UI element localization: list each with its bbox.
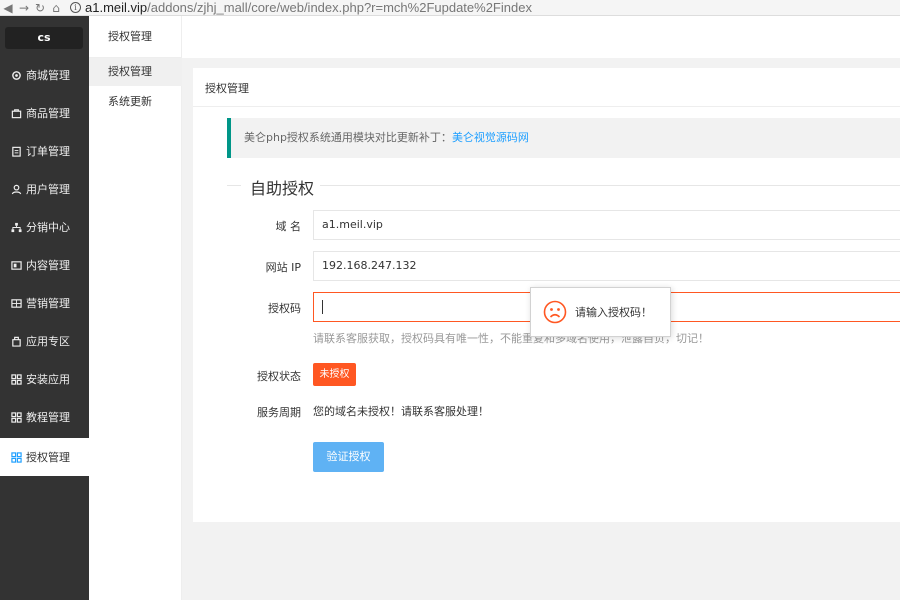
sidebar-item-distribution[interactable]: 分销中心: [0, 208, 89, 246]
auth-code-label: 授权码: [268, 302, 301, 315]
grid-icon: [10, 411, 22, 423]
sidebar-item-install[interactable]: 安装应用: [0, 360, 89, 398]
content-icon: [10, 259, 22, 271]
domain-label: 域 名: [275, 220, 302, 233]
back-icon[interactable]: ◀: [0, 1, 16, 15]
sidebar-item-users[interactable]: 用户管理: [0, 170, 89, 208]
notice-link[interactable]: 美仑视觉源码网: [452, 131, 529, 144]
sidebar-item-label: 授权管理: [26, 451, 70, 464]
legend-line: [320, 185, 900, 186]
grid-icon: [10, 373, 22, 385]
toast-message: 请输入授权码！: [575, 306, 652, 319]
status-label: 授权状态: [257, 370, 301, 383]
info-icon[interactable]: i: [70, 2, 81, 13]
sidebar-item-apps[interactable]: 应用专区: [0, 322, 89, 360]
sidebar-item-label: 商城管理: [26, 69, 70, 82]
sidebar-item-label: 安装应用: [26, 373, 70, 386]
gear-icon: [10, 69, 22, 81]
error-toast: 请输入授权码！: [530, 287, 671, 337]
submenu: 授权管理 授权管理 系统更新: [89, 16, 182, 600]
url-field[interactable]: a1.meil.vip/addons/zjhj_mall/core/web/in…: [85, 0, 532, 15]
ip-field[interactable]: 192.168.247.132: [313, 251, 900, 281]
browser-address-bar: ◀ → ↻ ⌂ i a1.meil.vip/addons/zjhj_mall/c…: [0, 0, 900, 16]
logo[interactable]: cs: [5, 27, 83, 49]
clipboard-icon: [10, 145, 22, 157]
sidebar-item-mall[interactable]: 商城管理: [0, 56, 89, 94]
sidebar-item-label: 教程管理: [26, 411, 70, 424]
marketing-icon: [10, 297, 22, 309]
submenu-item-authorization[interactable]: 授权管理: [89, 58, 182, 86]
grid-icon: [10, 451, 22, 463]
sidebar-item-goods[interactable]: 商品管理: [0, 94, 89, 132]
verify-button[interactable]: 验证授权: [313, 442, 384, 472]
bag-icon: [10, 107, 22, 119]
sidebar-item-label: 订单管理: [26, 145, 70, 158]
notice-text: 美仑php授权系统通用模块对比更新补丁：: [244, 131, 452, 144]
network-icon: [10, 221, 22, 233]
url-path: /addons/zjhj_mall/core/web/index.php?r=m…: [147, 0, 532, 15]
sidebar-item-label: 内容管理: [26, 259, 70, 272]
card-divider: [193, 106, 900, 107]
sidebar-item-tutorials[interactable]: 教程管理: [0, 398, 89, 436]
sidebar-item-label: 商品管理: [26, 107, 70, 120]
reload-icon[interactable]: ↻: [32, 1, 48, 15]
sidebar-item-orders[interactable]: 订单管理: [0, 132, 89, 170]
top-strip: [182, 16, 900, 58]
app-icon: [10, 335, 22, 347]
submenu-title: 授权管理: [89, 16, 182, 58]
ip-label: 网站 IP: [265, 261, 301, 274]
sidebar-item-label: 分销中心: [26, 221, 70, 234]
sidebar-item-marketing[interactable]: 营销管理: [0, 284, 89, 322]
url-domain: a1.meil.vip: [85, 0, 148, 15]
sidebar-item-label: 应用专区: [26, 335, 70, 348]
period-label: 服务周期: [257, 406, 301, 419]
domain-field[interactable]: a1.meil.vip: [313, 210, 900, 240]
card-title: 授权管理: [205, 82, 249, 95]
main-sidebar: cs 商城管理 商品管理 订单管理 用户管理 分销中心 内容管理 营销管理 应用…: [0, 16, 89, 600]
text-caret: [322, 300, 323, 314]
sidebar-item-label: 营销管理: [26, 297, 70, 310]
notice-banner: 美仑php授权系统通用模块对比更新补丁：美仑视觉源码网: [227, 118, 900, 158]
sidebar-item-authorization[interactable]: 授权管理: [0, 438, 89, 476]
home-icon[interactable]: ⌂: [48, 1, 64, 15]
submenu-item-system-update[interactable]: 系统更新: [89, 88, 182, 116]
section-legend: 自助授权: [250, 179, 315, 198]
forward-icon[interactable]: →: [16, 1, 32, 15]
status-badge: 未授权: [313, 363, 356, 386]
sad-face-icon: [543, 300, 567, 324]
period-text: 您的域名未授权！请联系客服处理！: [313, 405, 489, 418]
sidebar-item-content[interactable]: 内容管理: [0, 246, 89, 284]
user-icon: [10, 183, 22, 195]
sidebar-item-label: 用户管理: [26, 183, 70, 196]
legend-line: [227, 185, 241, 186]
